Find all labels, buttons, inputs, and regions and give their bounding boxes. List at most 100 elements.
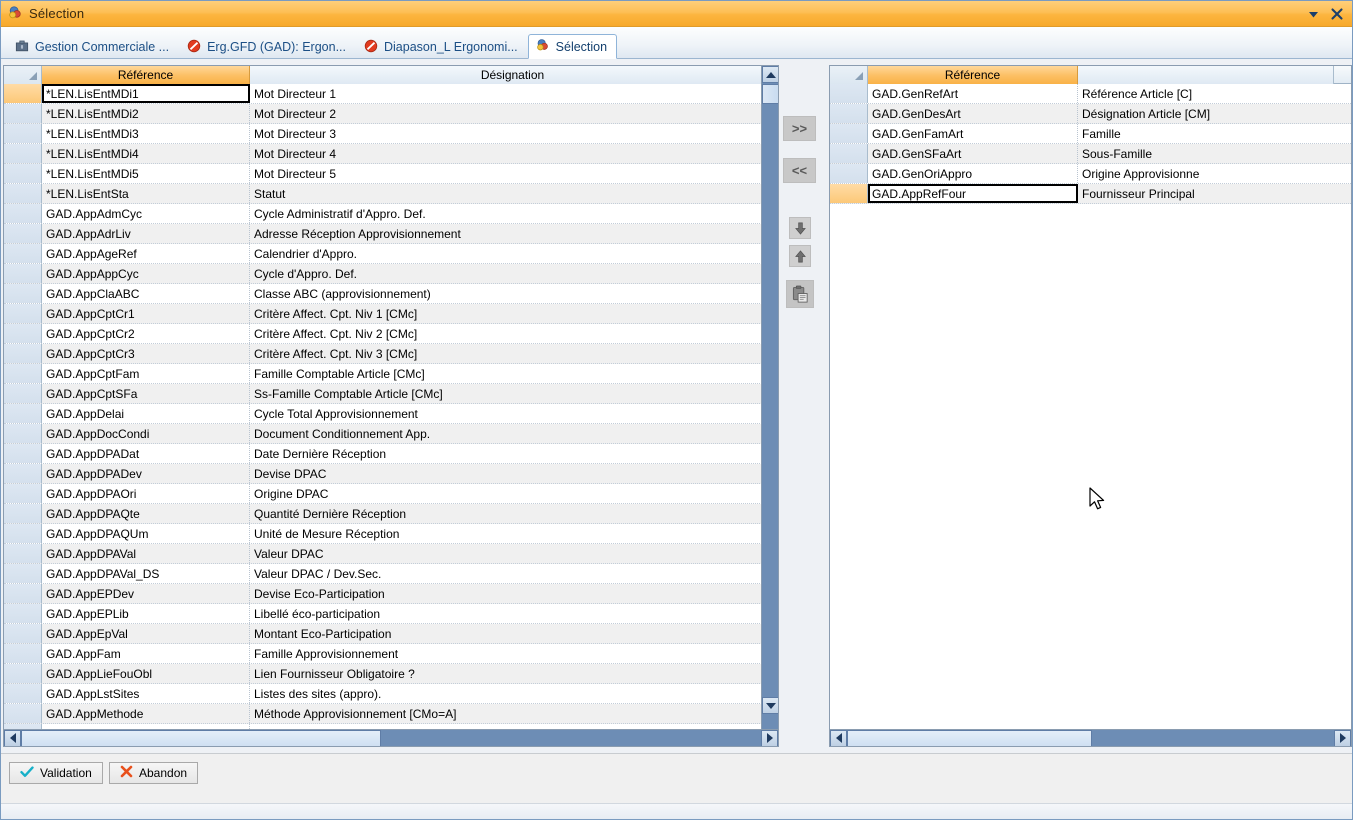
cell-reference[interactable]: GAD.GenFamArt — [868, 124, 1078, 143]
cell-reference[interactable]: GAD.AppAdrLiv — [42, 224, 250, 243]
cell-reference[interactable]: *LEN.LisEntMDi5 — [42, 164, 250, 183]
table-row[interactable]: GAD.AppAgeRefCalendrier d'Appro. — [4, 244, 778, 264]
cell-designation[interactable]: Montant Eco-Participation — [250, 624, 776, 643]
row-selector-cell[interactable] — [4, 484, 42, 503]
cell-reference[interactable]: GAD.AppCptCr1 — [42, 304, 250, 323]
table-row[interactable]: GAD.AppCptSFaSs-Famille Comptable Articl… — [4, 384, 778, 404]
cell-designation[interactable]: Critère Affect. Cpt. Niv 2 [CMc] — [250, 324, 776, 343]
chevron-down-icon[interactable] — [1307, 8, 1320, 21]
table-row[interactable]: GAD.AppDPAQteQuantité Dernière Réception — [4, 504, 778, 524]
row-selector-cell[interactable] — [4, 184, 42, 203]
left-header-selector-corner[interactable] — [4, 66, 42, 84]
cell-designation[interactable]: Devise Eco-Participation — [250, 584, 776, 603]
table-row[interactable]: GAD.AppCptCr1Critère Affect. Cpt. Niv 1 … — [4, 304, 778, 324]
row-selector-cell[interactable] — [4, 464, 42, 483]
cell-reference[interactable]: *LEN.LisEntMDi1 — [42, 84, 250, 103]
cell-reference[interactable]: GAD.AppAgeRef — [42, 244, 250, 263]
row-selector-cell[interactable] — [4, 444, 42, 463]
table-row[interactable]: GAD.AppLieFouOblLien Fournisseur Obligat… — [4, 664, 778, 684]
cell-reference[interactable]: GAD.AppDocCondi — [42, 424, 250, 443]
cell-designation[interactable]: Lien Fournisseur Obligatoire ? — [250, 664, 776, 683]
cell-reference[interactable]: GAD.AppLstSites — [42, 684, 250, 703]
cell-reference[interactable]: GAD.GenDesArt — [868, 104, 1078, 123]
row-selector-cell[interactable] — [4, 224, 42, 243]
scroll-left-button[interactable] — [830, 730, 847, 747]
row-selector-cell[interactable] — [4, 284, 42, 303]
cell-designation[interactable]: Cycle Administratif d'Appro. Def. — [250, 204, 776, 223]
cell-reference[interactable]: GAD.GenOriAppro — [868, 164, 1078, 183]
row-selector-cell[interactable] — [4, 684, 42, 703]
table-row[interactable]: GAD.AppMethodeMéthode Approvisionnement … — [4, 704, 778, 724]
cell-reference[interactable]: *LEN.LisEntMDi2 — [42, 104, 250, 123]
left-hscroll-thumb[interactable] — [21, 730, 381, 747]
row-selector-cell[interactable] — [4, 524, 42, 543]
cell-designation[interactable]: Désignation Article [CM] — [1078, 104, 1334, 123]
row-selector-cell[interactable] — [4, 664, 42, 683]
cell-reference[interactable]: GAD.AppCptCr3 — [42, 344, 250, 363]
table-row[interactable]: GAD.AppAdrLivAdresse Réception Approvisi… — [4, 224, 778, 244]
table-row[interactable]: GAD.GenSFaArtSous-Famille — [830, 144, 1351, 164]
paste-button[interactable] — [786, 280, 814, 308]
cell-reference[interactable]: GAD.AppDPAOri — [42, 484, 250, 503]
cell-reference[interactable]: *LEN.LisEntMDi4 — [42, 144, 250, 163]
table-row[interactable]: GAD.AppAdmCycCycle Administratif d'Appro… — [4, 204, 778, 224]
cell-reference[interactable]: GAD.AppFam — [42, 644, 250, 663]
cell-designation[interactable]: Calendrier d'Appro. — [250, 244, 776, 263]
cell-designation[interactable]: Famille Comptable Article [CMc] — [250, 364, 776, 383]
right-hscroll-track[interactable] — [847, 730, 1334, 747]
row-selector-cell[interactable] — [4, 584, 42, 603]
table-row[interactable]: GAD.GenFamArtFamille — [830, 124, 1351, 144]
table-row[interactable]: GAD.AppEPDevDevise Eco-Participation — [4, 584, 778, 604]
cell-reference[interactable]: GAD.GenSFaArt — [868, 144, 1078, 163]
cell-designation[interactable]: Date Dernière Réception — [250, 444, 776, 463]
close-icon[interactable] — [1330, 7, 1344, 21]
move-up-button[interactable] — [789, 245, 811, 267]
left-grid-body[interactable]: *LEN.LisEntMDi1Mot Directeur 1*LEN.LisEn… — [4, 84, 778, 744]
right-header-blank[interactable] — [1078, 66, 1334, 84]
tab-erg-gfd-gad[interactable]: Erg.GFD (GAD): Ergon... — [179, 34, 356, 59]
tab-selection[interactable]: Sélection — [528, 34, 617, 59]
row-selector-cell[interactable] — [4, 144, 42, 163]
row-selector-cell[interactable] — [4, 384, 42, 403]
row-selector-cell[interactable] — [4, 364, 42, 383]
table-row[interactable]: GAD.AppEPLibLibellé éco-participation — [4, 604, 778, 624]
scroll-up-button[interactable] — [762, 66, 779, 83]
table-row[interactable]: GAD.GenDesArtDésignation Article [CM] — [830, 104, 1351, 124]
cell-designation[interactable]: Famille — [1078, 124, 1334, 143]
row-selector-cell[interactable] — [4, 704, 42, 723]
table-row[interactable]: GAD.AppAppCycCycle d'Appro. Def. — [4, 264, 778, 284]
row-selector-cell[interactable] — [830, 124, 868, 143]
cell-designation[interactable]: Famille Approvisionnement — [250, 644, 776, 663]
cell-designation[interactable]: Mot Directeur 2 — [250, 104, 776, 123]
row-selector-cell[interactable] — [4, 644, 42, 663]
cell-reference[interactable]: GAD.AppEpVal — [42, 624, 250, 643]
cell-designation[interactable]: Listes des sites (appro). — [250, 684, 776, 703]
table-row[interactable]: GAD.AppCptCr3Critère Affect. Cpt. Niv 3 … — [4, 344, 778, 364]
table-row[interactable]: GAD.AppDPAVal_DSValeur DPAC / Dev.Sec. — [4, 564, 778, 584]
table-row[interactable]: GAD.AppDocCondiDocument Conditionnement … — [4, 424, 778, 444]
left-vertical-scrollbar[interactable] — [761, 66, 778, 731]
cell-designation[interactable]: Cycle Total Approvisionnement — [250, 404, 776, 423]
cell-reference[interactable]: GAD.AppDPAQUm — [42, 524, 250, 543]
cell-designation[interactable]: Méthode Approvisionnement [CMo=A] — [250, 704, 776, 723]
row-selector-cell[interactable] — [830, 164, 868, 183]
row-selector-cell[interactable] — [4, 164, 42, 183]
cell-reference[interactable]: GAD.AppDPADev — [42, 464, 250, 483]
cell-reference[interactable]: GAD.AppDPAVal — [42, 544, 250, 563]
cell-designation[interactable]: Document Conditionnement App. — [250, 424, 776, 443]
cell-reference[interactable]: GAD.AppCptFam — [42, 364, 250, 383]
table-row[interactable]: GAD.AppFamFamille Approvisionnement — [4, 644, 778, 664]
row-selector-cell[interactable] — [4, 104, 42, 123]
table-row[interactable]: GAD.AppCptFamFamille Comptable Article [… — [4, 364, 778, 384]
cell-reference[interactable]: GAD.GenRefArt — [868, 84, 1078, 103]
table-row[interactable]: *LEN.LisEntMDi5Mot Directeur 5 — [4, 164, 778, 184]
cell-designation[interactable]: Mot Directeur 4 — [250, 144, 776, 163]
cell-reference[interactable]: GAD.AppLieFouObl — [42, 664, 250, 683]
row-selector-cell[interactable] — [4, 564, 42, 583]
row-selector-cell[interactable] — [4, 424, 42, 443]
row-selector-cell[interactable] — [4, 544, 42, 563]
table-row[interactable]: *LEN.LisEntMDi1Mot Directeur 1 — [4, 84, 778, 104]
right-grid-body[interactable]: GAD.GenRefArtRéférence Article [C]GAD.Ge… — [830, 84, 1351, 204]
left-header-reference[interactable]: Référence — [42, 66, 250, 84]
right-horizontal-scrollbar[interactable] — [830, 729, 1351, 746]
